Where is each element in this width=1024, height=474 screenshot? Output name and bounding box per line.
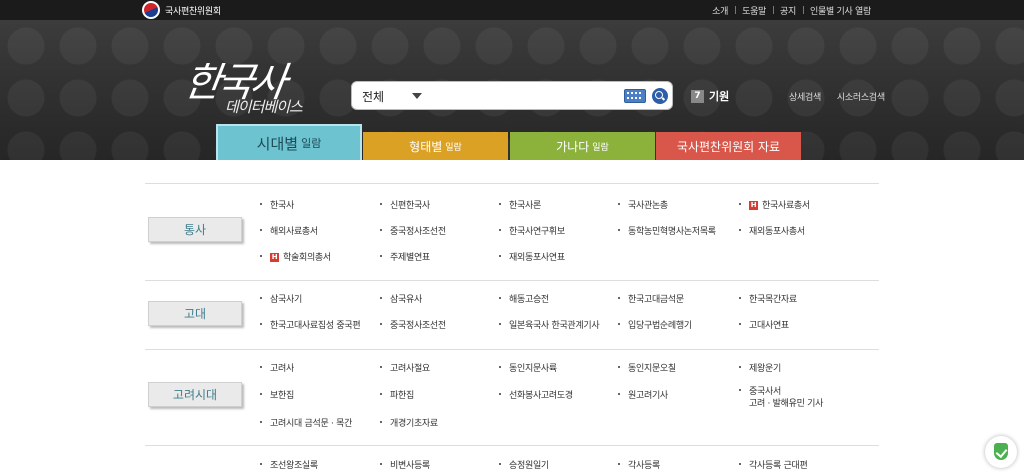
list-item[interactable]: 한국사론 xyxy=(499,200,541,212)
list-item[interactable]: 승정원일기 xyxy=(499,460,549,472)
tab-sublabel: 일람 xyxy=(445,142,462,153)
list-item[interactable]: 재외동포사총서 xyxy=(739,226,805,238)
list-item[interactable]: 해외사료총서 xyxy=(260,226,318,238)
virtual-keyboard-icon[interactable] xyxy=(624,89,646,103)
list-item[interactable]: 비변사등록 xyxy=(380,460,430,472)
advanced-search-links: 상세검색 시소러스검색 xyxy=(789,90,901,103)
list-item[interactable]: 개경기초자료 xyxy=(380,418,438,430)
list-item[interactable]: 삼국사기 xyxy=(260,294,302,306)
list-item[interactable]: 보한집 xyxy=(260,390,294,402)
list-item[interactable]: 각사등록 근대편 xyxy=(738,460,808,472)
tab-label: 형태별 xyxy=(409,139,443,154)
search-box: 전체 xyxy=(351,81,673,110)
tab-by-alphabet[interactable]: 가나다 일람 xyxy=(510,132,655,160)
list-item[interactable]: 조선왕조실록 xyxy=(260,460,318,472)
chevron-down-icon[interactable] xyxy=(412,93,422,99)
tab-sublabel: 일람 xyxy=(592,142,609,153)
list-item[interactable]: 국사관논총 xyxy=(618,200,668,212)
list-item-sublabel: 고려 · 발해유민 기사 xyxy=(749,399,824,409)
giwon-button[interactable]: 7 기원 xyxy=(691,88,729,104)
group-ancient: 고대 삼국사기 삼국유사 해동고승전 한국고대금석문 한국목간자료 한국고대사료… xyxy=(145,280,879,348)
site-logo[interactable]: 한국사 데이터베이스 xyxy=(181,50,335,120)
list-item[interactable]: 제왕운기 xyxy=(739,363,781,375)
group-label: 고대 xyxy=(148,301,242,326)
group-label: 통사 xyxy=(148,217,242,242)
tab-by-era[interactable]: 시대별 일람 xyxy=(216,124,362,160)
list-item-label: 중국사서 xyxy=(749,387,781,397)
top-bar: 국사편찬위원회 소개 도움말 공지 인물별 기사 열람 xyxy=(0,0,1024,20)
list-item[interactable]: 해동고승전 xyxy=(499,294,549,306)
search-icon[interactable] xyxy=(652,88,668,104)
list-item[interactable]: 한국고대금석문 xyxy=(618,294,684,306)
detailed-search-link[interactable]: 상세검색 xyxy=(789,90,821,103)
top-link-about[interactable]: 소개 xyxy=(705,4,735,17)
group-label: 고려시대 xyxy=(148,382,242,407)
list-item[interactable]: 중국정사조선전 xyxy=(380,226,446,238)
era-list: 통사 한국사 신편한국사 한국사론 국사관논총 H 한국사료총서 해외사료총서 중… xyxy=(145,183,879,474)
group-general-history: 통사 한국사 신편한국사 한국사론 국사관논총 H 한국사료총서 해외사료총서 중… xyxy=(145,183,879,279)
list-item[interactable]: H 학술회의총서 xyxy=(260,252,331,264)
list-item[interactable]: 신편한국사 xyxy=(380,200,430,212)
giwon-label: 기원 xyxy=(709,90,730,103)
logo-sub-text: 데이터베이스 xyxy=(225,98,303,116)
org-logo[interactable]: 국사편찬위원회 xyxy=(142,1,221,19)
list-item[interactable]: 한국고대사료집성 중국편 xyxy=(259,320,361,332)
tab-nihc-materials[interactable]: 국사편찬위원회 자료 xyxy=(656,132,801,160)
top-link-notice[interactable]: 공지 xyxy=(773,4,803,17)
list-item[interactable]: 원고려기사 xyxy=(618,390,668,402)
search-input[interactable] xyxy=(430,86,620,106)
tab-by-form[interactable]: 형태별 일람 xyxy=(363,132,508,160)
list-item[interactable]: 동인지문사륙 xyxy=(499,363,557,375)
list-item-label: 한국사료총서 xyxy=(762,201,810,211)
taegeuk-emblem-icon xyxy=(142,1,160,19)
thesaurus-search-link[interactable]: 시소러스검색 xyxy=(837,90,885,103)
list-item[interactable]: 한국사연구휘보 xyxy=(499,226,565,238)
list-item[interactable]: 한국목간자료 xyxy=(739,294,797,306)
history-badge-icon: H xyxy=(270,253,279,262)
list-item[interactable]: 중국정사조선전 xyxy=(380,320,446,332)
search-scope-select[interactable]: 전체 xyxy=(362,88,384,105)
list-item[interactable]: 고려사절요 xyxy=(380,363,430,375)
list-item[interactable]: 각사등록 xyxy=(618,460,660,472)
top-link-help[interactable]: 도움말 xyxy=(735,4,773,17)
tab-sublabel: 일람 xyxy=(301,137,322,150)
top-link-person-articles[interactable]: 인물별 기사 열람 xyxy=(803,4,878,17)
list-item[interactable]: 주제별연표 xyxy=(380,252,430,264)
giwon-badge: 7 xyxy=(691,89,704,103)
group-goryeo: 고려시대 고려사 고려사절요 동인지문사륙 동인지문오칠 제왕운기 보한집 파한… xyxy=(145,349,879,444)
list-item[interactable]: 한국사 xyxy=(260,200,294,212)
history-badge-icon: H xyxy=(749,201,758,210)
list-item[interactable]: 삼국유사 xyxy=(380,294,422,306)
list-item[interactable]: 재외동포사연표 xyxy=(499,252,565,264)
list-item[interactable]: 파한집 xyxy=(380,390,414,402)
tab-label: 가나다 xyxy=(556,139,590,154)
list-item[interactable]: 입당구법순례행기 xyxy=(618,320,692,332)
list-item-label: 학술회의총서 xyxy=(283,253,331,263)
list-item[interactable]: 동인지문오칠 xyxy=(618,363,676,375)
list-item[interactable]: H 한국사료총서 xyxy=(739,200,810,212)
group-joseon: 조선왕조실록 비변사등록 승정원일기 각사등록 각사등록 근대편 xyxy=(145,445,879,474)
org-name: 국사편찬위원회 xyxy=(165,6,221,17)
list-item[interactable]: 동학농민혁명사논저목록 xyxy=(618,226,716,238)
tab-label: 국사편찬위원회 자료 xyxy=(676,139,781,154)
security-shield-icon[interactable] xyxy=(985,436,1017,468)
list-item[interactable]: 일본육국사 한국관계기사 xyxy=(498,320,600,332)
tab-label: 시대별 xyxy=(256,134,299,153)
list-item[interactable]: 고대사연표 xyxy=(739,320,789,332)
list-item[interactable]: 고려시대 금석문 · 목간 xyxy=(259,418,352,430)
list-item[interactable]: 중국사서고려 · 발해유민 기사 xyxy=(738,386,824,410)
list-item[interactable]: 선화봉사고려도경 xyxy=(499,390,573,402)
list-item[interactable]: 고려사 xyxy=(260,363,294,375)
top-links: 소개 도움말 공지 인물별 기사 열람 xyxy=(705,0,878,20)
